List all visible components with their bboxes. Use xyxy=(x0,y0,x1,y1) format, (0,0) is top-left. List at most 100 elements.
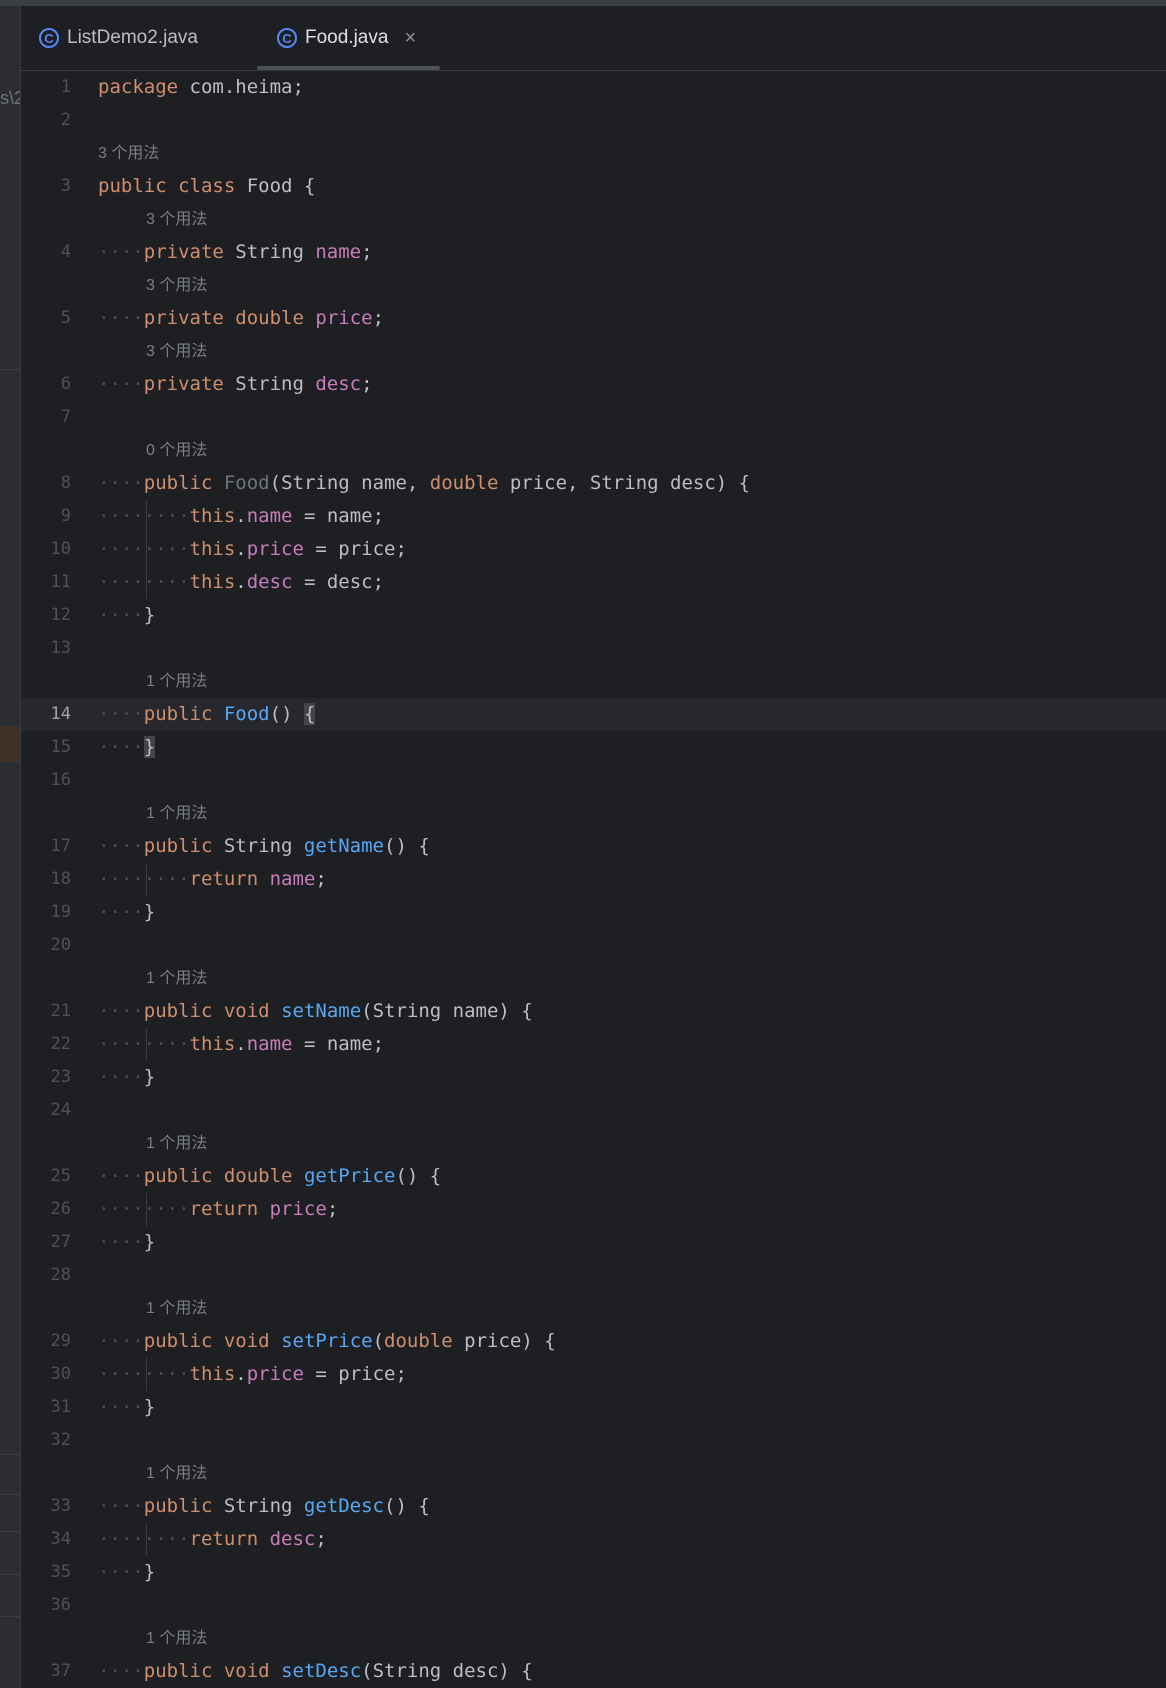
project-tool-panel[interactable]: s\2 xyxy=(0,6,21,1688)
code-token: . xyxy=(235,1033,247,1055)
code-token: ; xyxy=(315,868,327,890)
code-text: ····} xyxy=(98,1061,155,1094)
close-tab-icon[interactable]: × xyxy=(404,27,416,50)
line-number[interactable]: 20 xyxy=(21,929,71,962)
indent-whitespace: ···· xyxy=(98,472,144,494)
usage-hint[interactable]: 1 个用法 xyxy=(146,797,207,830)
code-token: setDesc xyxy=(281,1660,362,1682)
line-number[interactable]: 24 xyxy=(21,1094,71,1127)
code-token: { xyxy=(303,703,316,725)
code-token: . xyxy=(235,1363,247,1385)
code-line: 26 ········return price; xyxy=(21,1193,1166,1226)
code-token: public xyxy=(98,175,167,197)
line-number[interactable]: 36 xyxy=(21,1589,71,1622)
code-token: String xyxy=(212,835,304,857)
line-number[interactable]: 5 xyxy=(21,302,71,335)
code-line: 4 ····private String name; xyxy=(21,236,1166,269)
line-number[interactable]: 26 xyxy=(21,1193,71,1226)
usage-hint[interactable]: 3 个用法 xyxy=(146,269,207,302)
code-line: 23 ····} xyxy=(21,1061,1166,1094)
line-number[interactable]: 9 xyxy=(21,500,71,533)
line-number[interactable]: 13 xyxy=(21,632,71,665)
code-line: 36 xyxy=(21,1589,1166,1622)
line-number[interactable]: 27 xyxy=(21,1226,71,1259)
line-number[interactable]: 35 xyxy=(21,1556,71,1589)
line-number[interactable]: 3 xyxy=(21,170,71,203)
code-line: 14 ····public Food() { xyxy=(21,698,1166,731)
indent-whitespace: ···· xyxy=(98,1000,144,1022)
indent-whitespace: ········ xyxy=(98,1528,190,1550)
code-token: private xyxy=(143,373,224,395)
code-text: ····private String name; xyxy=(98,236,373,269)
usage-hint[interactable]: 3 个用法 xyxy=(146,203,207,236)
line-number[interactable]: 31 xyxy=(21,1391,71,1424)
code-text: ····public String getDesc() { xyxy=(98,1490,430,1523)
code-token: } xyxy=(143,1396,156,1418)
code-token: getName xyxy=(303,835,384,857)
tab-listdemo2-java[interactable]: C ListDemo2.java xyxy=(39,6,198,70)
usage-hint[interactable]: 3 个用法 xyxy=(98,137,159,170)
code-token: void xyxy=(223,1000,270,1022)
code-line: 9 ········this.name = name; xyxy=(21,500,1166,533)
line-number[interactable]: 14 xyxy=(21,698,71,731)
line-number[interactable]: 30 xyxy=(21,1358,71,1391)
line-number[interactable]: 22 xyxy=(21,1028,71,1061)
usage-hint[interactable]: 0 个用法 xyxy=(146,434,207,467)
line-number[interactable]: 23 xyxy=(21,1061,71,1094)
usage-hint[interactable]: 1 个用法 xyxy=(146,1292,207,1325)
usage-hint[interactable]: 3 个用法 xyxy=(146,335,207,368)
usage-hint[interactable]: 1 个用法 xyxy=(146,1457,207,1490)
line-number[interactable]: 25 xyxy=(21,1160,71,1193)
line-number[interactable]: 17 xyxy=(21,830,71,863)
indent-whitespace: ···· xyxy=(98,1330,144,1352)
line-number[interactable]: 10 xyxy=(21,533,71,566)
line-number[interactable]: 11 xyxy=(21,566,71,599)
code-token: () { xyxy=(384,835,430,857)
line-number[interactable]: 16 xyxy=(21,764,71,797)
code-token: name xyxy=(246,505,293,527)
line-number[interactable]: 33 xyxy=(21,1490,71,1523)
tab-label: Food.java xyxy=(305,27,389,48)
usage-hint[interactable]: 1 个用法 xyxy=(146,665,207,698)
code-token: private xyxy=(143,307,224,329)
code-token: setName xyxy=(281,1000,362,1022)
panel-divider xyxy=(0,1494,20,1495)
line-number[interactable]: 15 xyxy=(21,731,71,764)
code-token: this xyxy=(189,571,236,593)
code-token: } xyxy=(143,604,156,626)
code-editor[interactable]: 1 package com.heima; 2 3 个用法 3 public class F… xyxy=(21,71,1166,1688)
line-number[interactable]: 12 xyxy=(21,599,71,632)
code-line: 11 ········this.desc = desc; xyxy=(21,566,1166,599)
usage-hint[interactable]: 1 个用法 xyxy=(146,962,207,995)
usage-hint[interactable]: 1 个用法 xyxy=(146,1622,207,1655)
code-text: ····public void setName(String name) { xyxy=(98,995,533,1028)
indent-whitespace: ···· xyxy=(98,1165,144,1187)
line-number[interactable]: 37 xyxy=(21,1655,71,1688)
code-line: 32 xyxy=(21,1424,1166,1457)
line-number[interactable]: 34 xyxy=(21,1523,71,1556)
line-number[interactable]: 8 xyxy=(21,467,71,500)
line-number[interactable]: 29 xyxy=(21,1325,71,1358)
code-token: public xyxy=(143,1660,213,1682)
tab-food-java[interactable]: C Food.java × xyxy=(257,6,441,70)
code-token: price xyxy=(246,538,304,560)
line-number[interactable]: 28 xyxy=(21,1259,71,1292)
code-line: 31 ····} xyxy=(21,1391,1166,1424)
line-number[interactable]: 1 xyxy=(21,71,71,104)
code-token: price xyxy=(246,1363,304,1385)
line-number[interactable]: 32 xyxy=(21,1424,71,1457)
line-number[interactable]: 21 xyxy=(21,995,71,1028)
code-text: ····} xyxy=(98,1226,155,1259)
line-number[interactable]: 6 xyxy=(21,368,71,401)
line-number[interactable]: 18 xyxy=(21,863,71,896)
line-number[interactable]: 19 xyxy=(21,896,71,929)
usage-hint[interactable]: 1 个用法 xyxy=(146,1127,207,1160)
line-number[interactable]: 4 xyxy=(21,236,71,269)
usage-hint-row: 1 个用法 xyxy=(21,665,1166,698)
code-text: ····public String getName() { xyxy=(98,830,430,863)
line-number[interactable]: 7 xyxy=(21,401,71,434)
code-token: } xyxy=(143,736,156,758)
line-number[interactable]: 2 xyxy=(21,104,71,137)
